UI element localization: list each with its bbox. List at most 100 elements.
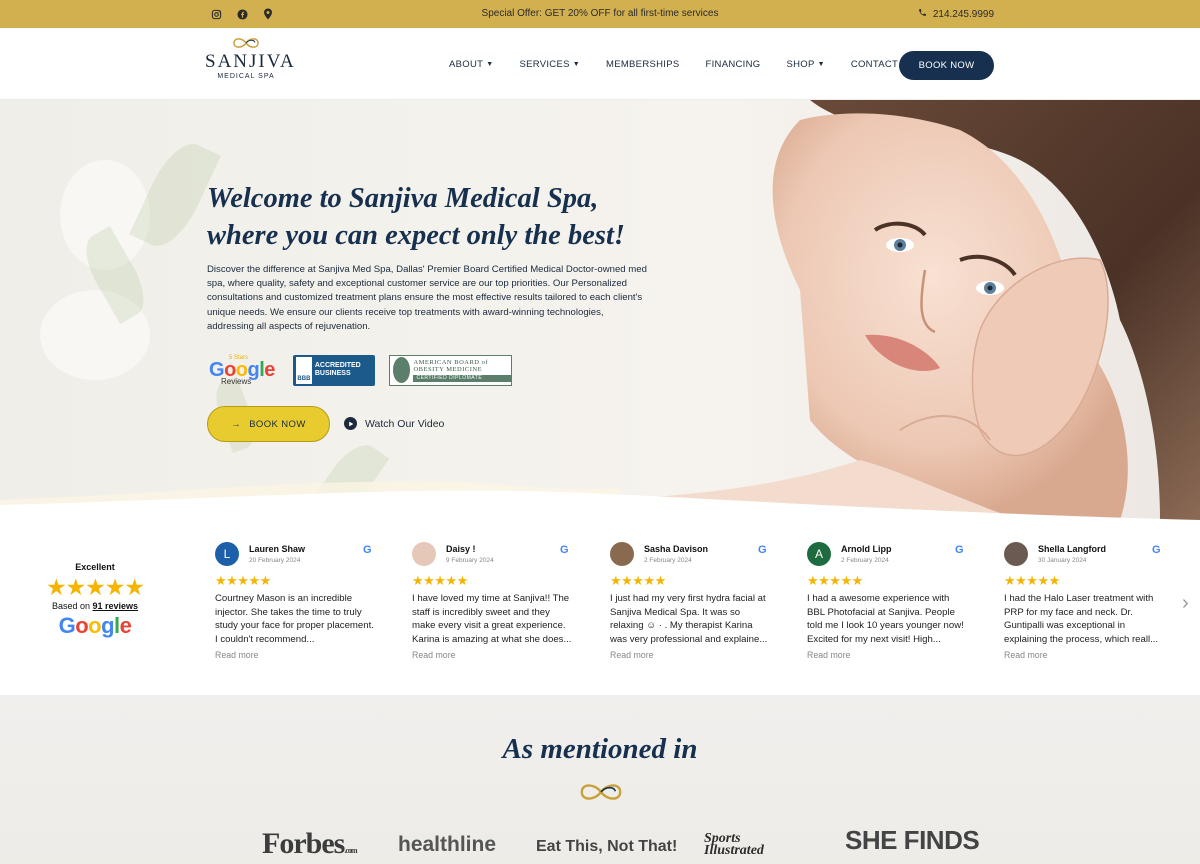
reviewer-avatar	[1004, 542, 1028, 566]
nav-item-label: ABOUT	[449, 58, 484, 70]
google-reviews-badge[interactable]: 5 Stars Google Reviews	[207, 353, 279, 387]
nav-item-memberships[interactable]: MEMBERSHIPS	[606, 59, 680, 70]
nav-item-about[interactable]: ABOUT ▼	[449, 59, 493, 70]
review-date: 2 February 2024	[644, 557, 692, 564]
read-more-link[interactable]: Read more	[610, 650, 654, 660]
brand-name: SANJIVA	[205, 51, 296, 72]
review-card: A Arnold Lipp 2 February 2024 G ★★★★★ I …	[807, 542, 967, 672]
hero-section: Welcome to Sanjiva Medical Spa, where yo…	[0, 100, 1200, 520]
reviews-summary: Excellent ★★★★★ Based on 91 reviews Goog…	[42, 562, 148, 639]
board-seal-icon	[393, 357, 411, 383]
board-badge-text: AMERICAN BOARD of OBESITY MEDICINE	[413, 358, 489, 373]
review-card: Shella Langford 30 January 2024 G ★★★★★ …	[1004, 542, 1164, 672]
play-icon	[344, 417, 357, 430]
hero-book-now-button[interactable]: → BOOK NOW	[207, 406, 330, 442]
reviews-section: Excellent ★★★★★ Based on 91 reviews Goog…	[0, 520, 1200, 695]
read-more-link[interactable]: Read more	[215, 650, 259, 660]
forbes-suffix: .com	[344, 846, 357, 855]
chevron-right-icon[interactable]: ›	[1182, 592, 1189, 615]
review-stars-icon: ★★★★★	[1004, 573, 1060, 588]
phone-link[interactable]: 214.245.9999	[918, 0, 994, 28]
forbes-wordmark: Forbes	[262, 827, 345, 860]
google-g-icon: G	[560, 544, 569, 556]
review-date: 20 February 2024	[249, 557, 301, 564]
infinity-divider-icon	[580, 784, 622, 800]
review-date: 9 February 2024	[446, 557, 494, 564]
watch-video-label: Watch Our Video	[365, 417, 445, 430]
review-text: I had the Halo Laser treatment with PRP …	[1004, 593, 1159, 645]
review-card: Sasha Davison 2 February 2024 G ★★★★★ I …	[610, 542, 770, 672]
google-badge-reviews: Reviews	[221, 377, 252, 386]
watch-video-link[interactable]: Watch Our Video	[344, 417, 444, 430]
google-logo: Google	[58, 613, 132, 638]
review-stars-icon: ★★★★★	[215, 573, 271, 588]
hero-cta-label: BOOK NOW	[249, 418, 306, 430]
section-title: As mentioned in	[502, 733, 698, 765]
infinity-logo-icon	[233, 38, 259, 48]
chevron-down-icon: ▼	[486, 60, 494, 68]
top-announcement-bar: Special Offer: GET 20% OFF for all first…	[0, 0, 1200, 28]
healthline-logo: healthline	[398, 833, 497, 856]
google-g-icon: G	[758, 544, 767, 556]
obesity-board-badge[interactable]: AMERICAN BOARD of OBESITY MEDICINE CERTI…	[389, 354, 512, 386]
rating-label: Excellent	[75, 562, 115, 572]
nav-item-services[interactable]: SERVICES ▼	[519, 59, 580, 70]
reviewer-avatar	[610, 542, 634, 566]
reviewer-name: Sasha Davison	[644, 544, 709, 554]
review-text: I had a awesome experience with BBL Phot…	[807, 593, 964, 645]
brand-logo[interactable]: SANJIVA MEDICAL SPA	[205, 36, 296, 80]
nav-item-label: FINANCING	[705, 58, 761, 70]
board-badge-diploma: CERTIFIED DIPLOMATE	[413, 374, 511, 382]
nav-item-label: CONTACT	[850, 58, 899, 70]
phone-number: 214.245.9999	[932, 8, 994, 20]
nav-item-label: SERVICES	[519, 58, 570, 70]
review-text: Courtney Mason is an incredible injector…	[215, 593, 374, 645]
read-more-link[interactable]: Read more	[1004, 650, 1048, 660]
arrow-right-icon: →	[231, 418, 242, 430]
review-card: L Lauren Shaw 20 February 2024 G ★★★★★ C…	[215, 542, 375, 672]
hero-title: Welcome to Sanjiva Medical Spa, where yo…	[207, 183, 625, 251]
reviewer-avatar: A	[807, 542, 831, 566]
google-g-icon: G	[955, 544, 964, 556]
bbb-seal-icon: BBB	[296, 356, 312, 384]
nav-item-financing[interactable]: FINANCING	[706, 59, 761, 70]
google-g-icon: G	[1152, 544, 1161, 556]
chevron-down-icon: ▼	[572, 60, 580, 68]
trust-badges: 5 Stars Google Reviews BBB ACCREDITED BU…	[207, 353, 512, 387]
review-stars-icon: ★★★★★	[610, 573, 666, 588]
google-g-icon: G	[363, 544, 372, 556]
nav-item-label: MEMBERSHIPS	[605, 58, 680, 70]
review-card: Daisy ! 9 February 2024 G ★★★★★ I have l…	[412, 542, 572, 672]
nav-item-shop[interactable]: SHOP ▼	[786, 59, 824, 70]
reviewer-name: Daisy !	[446, 544, 476, 554]
she-finds-logo: SHE FINDS	[845, 825, 980, 855]
summary-stars-icon: ★★★★★	[45, 574, 145, 600]
based-on-prefix: Based on	[51, 601, 93, 611]
nav-item-label: SHOP	[786, 58, 815, 70]
review-text: I have loved my time at Sanjiva!! The st…	[412, 593, 572, 645]
based-on-text: Based on 91 reviews	[42, 601, 148, 611]
hero-description: Discover the difference at Sanjiva Med S…	[207, 264, 647, 332]
bbb-badge-text: ACCREDITED BUSINESS	[314, 362, 361, 377]
read-more-link[interactable]: Read more	[807, 650, 851, 660]
review-stars-icon: ★★★★★	[807, 573, 863, 588]
reviews-count-link[interactable]: 91 reviews	[92, 601, 138, 611]
special-offer-text[interactable]: Special Offer: GET 20% OFF for all first…	[0, 0, 1200, 28]
main-navigation: ABOUT ▼ SERVICES ▼ MEMBERSHIPS FINANCING S…	[449, 28, 924, 100]
reviewer-name: Shella Langford	[1038, 544, 1107, 554]
review-stars-icon: ★★★★★	[412, 573, 468, 588]
phone-icon	[918, 8, 927, 20]
site-header: SANJIVA MEDICAL SPA ABOUT ▼ SERVICES ▼ MEM…	[0, 28, 1200, 100]
bbb-accredited-badge[interactable]: BBB ACCREDITED BUSINESS	[293, 354, 375, 386]
nav-item-contact[interactable]: CONTACT	[851, 59, 898, 70]
book-now-button[interactable]: BOOK NOW	[899, 51, 994, 80]
review-date: 2 February 2024	[841, 557, 889, 564]
eat-this-not-that-logo: Eat This, Not That!	[536, 838, 678, 855]
reviewer-avatar: L	[215, 542, 239, 566]
review-text: I just had my very first hydra facial at…	[610, 593, 768, 645]
sports-illustrated-logo: Sports Illustrated	[704, 831, 764, 858]
brand-tagline: MEDICAL SPA	[217, 73, 275, 80]
review-date: 30 January 2024	[1038, 557, 1087, 564]
reviewer-avatar	[412, 542, 436, 566]
read-more-link[interactable]: Read more	[412, 650, 456, 660]
